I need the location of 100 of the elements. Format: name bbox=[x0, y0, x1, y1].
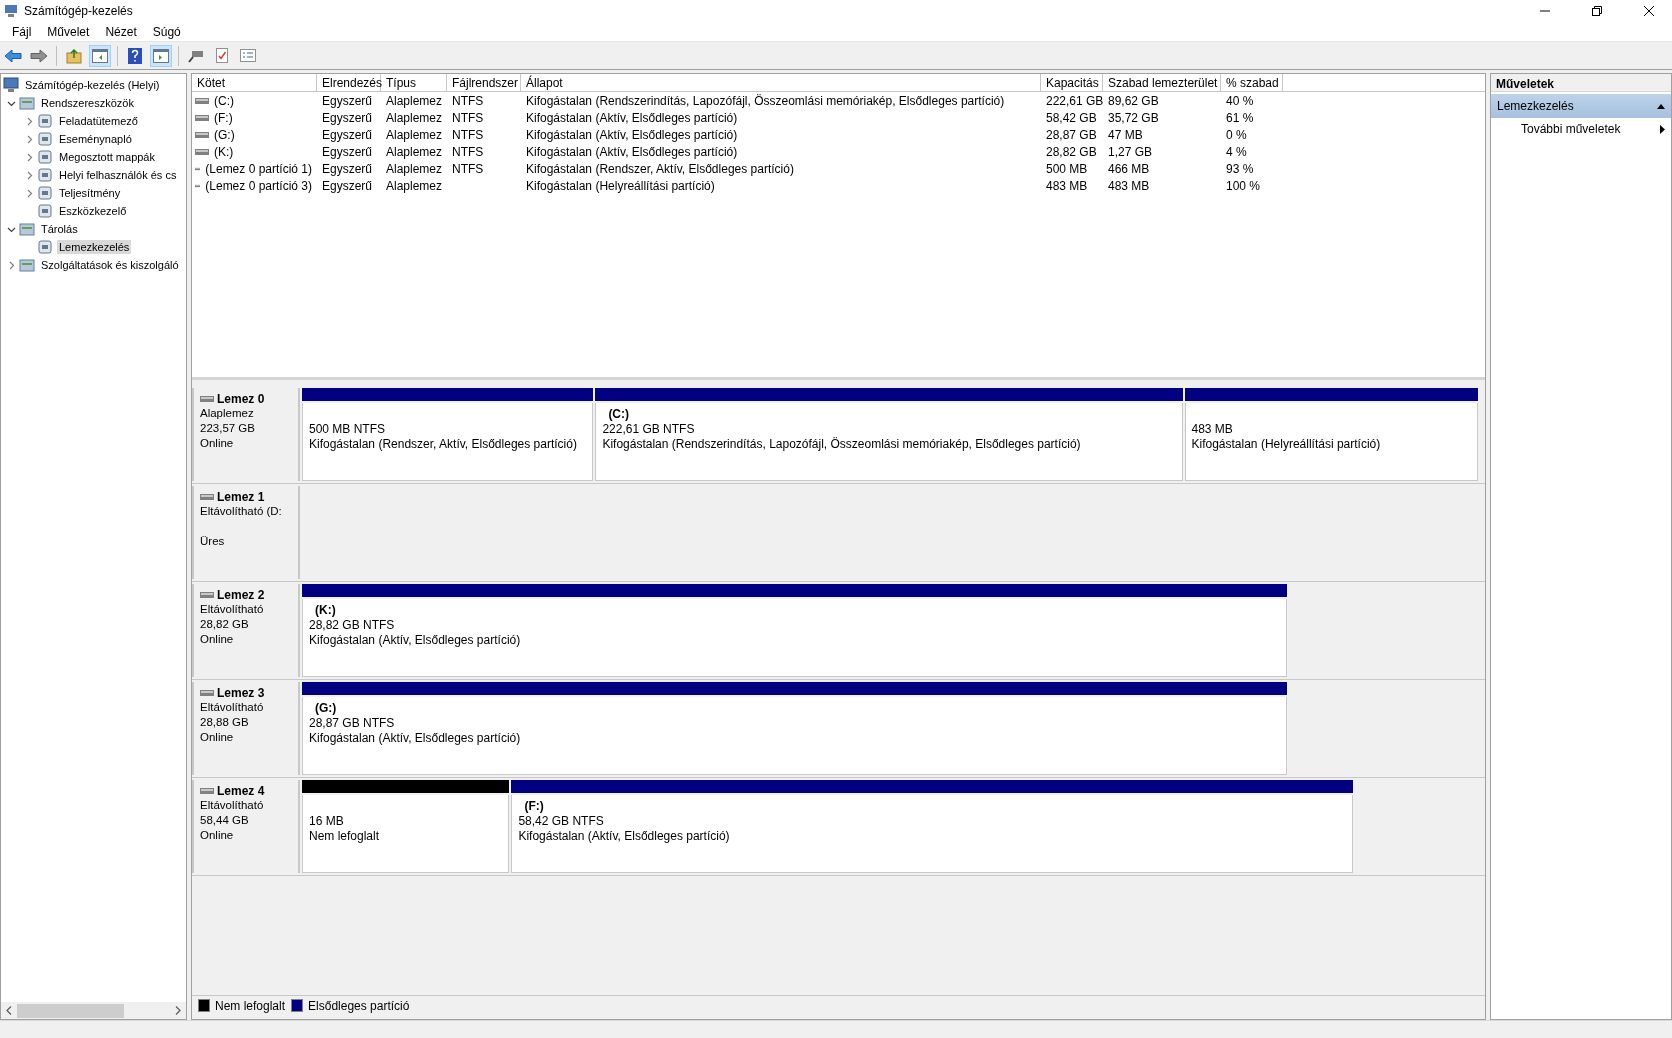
partition-size: 16 MB bbox=[309, 814, 345, 829]
tree-item[interactable]: Feladatütemező bbox=[57, 114, 140, 128]
tree-item[interactable]: Teljesítmény bbox=[57, 186, 123, 200]
disk-label[interactable]: Lemez 1 Eltávolítható (D: Üres bbox=[192, 486, 300, 579]
column-header[interactable]: % szabad bbox=[1221, 74, 1283, 92]
partition-size: 58,42 GB NTFS bbox=[518, 814, 605, 829]
partition-size: 483 MB bbox=[1191, 422, 1234, 437]
table-cell: NTFS bbox=[452, 93, 484, 108]
partition-block[interactable]: (G:) 28,87 GB NTFS Kifogástalan (Aktív, Elsődleges partíció) bbox=[302, 697, 1287, 775]
drive-icon bbox=[200, 690, 214, 696]
table-cell: Egyszerű bbox=[322, 110, 373, 125]
partition-status: Kifogástalan (Rendszerindítás, Lapozófájl, Összeomlási memóriakép, Elsődleges partíció) bbox=[602, 437, 1082, 452]
partition-block[interactable]: 483 MB Kifogástalan (Helyreállítási partíció) bbox=[1184, 403, 1479, 481]
table-cell: NTFS bbox=[452, 110, 484, 125]
window-title: Számítógép-kezelés bbox=[24, 4, 134, 18]
legend-label: Elsődleges partíció bbox=[308, 998, 410, 1013]
disk-label[interactable]: Lemez 2 Eltávolítható 28,82 GB Online bbox=[192, 584, 300, 677]
partition-block[interactable]: 500 MB NTFS Kifogástalan (Rendszer, Aktív, Elsődleges partíció) bbox=[302, 403, 594, 481]
table-cell: 35,72 GB bbox=[1108, 110, 1159, 125]
table-cell: Kifogástalan (Rendszer, Aktív, Elsődleges partíció) bbox=[526, 161, 794, 176]
table-cell: Kifogástalan (Aktív, Elsődleges partíció) bbox=[526, 144, 738, 159]
scroll-right-icon[interactable] bbox=[175, 1006, 181, 1015]
disk-label[interactable]: Lemez 3 Eltávolítható 28,88 GB Online bbox=[192, 682, 300, 775]
column-header[interactable]: Elrendezés bbox=[317, 74, 381, 92]
partition-status: Kifogástalan (Aktív, Elsődleges partíció) bbox=[309, 731, 522, 746]
tree-item[interactable]: Rendszereszközök bbox=[39, 96, 136, 110]
restore-icon bbox=[1592, 6, 1602, 16]
show-action-pane-button[interactable] bbox=[150, 44, 172, 67]
tree-item[interactable]: Eseménynapló bbox=[57, 132, 134, 146]
table-cell: NTFS bbox=[452, 144, 484, 159]
tree-item[interactable]: Megosztott mappák bbox=[57, 150, 157, 164]
partition-drive: (G:) bbox=[315, 701, 337, 715]
partition-status: Kifogástalan (Rendszer, Aktív, Elsődleges partíció) bbox=[309, 437, 578, 452]
table-cell: Alaplemez bbox=[386, 110, 443, 125]
table-cell: Alaplemez bbox=[386, 144, 443, 159]
tree-item[interactable]: Szolgáltatások és kiszolgáló bbox=[39, 258, 181, 272]
partition-block[interactable]: (C:) 222,61 GB NTFS Kifogástalan (Rendszerindítás, Lapozófájl, Összeomlási memóriakép, Elsődleges partíció) bbox=[595, 403, 1183, 481]
table-cell: Egyszerű bbox=[322, 144, 373, 159]
tree-item[interactable]: Lemezkezelés bbox=[57, 240, 132, 254]
column-header[interactable]: Állapot bbox=[521, 74, 1041, 92]
disk-label[interactable]: Lemez 4 Eltávolítható 58,44 GB Online bbox=[192, 780, 300, 873]
table-cell: 28,82 GB bbox=[1046, 144, 1097, 159]
partition-status: Kifogástalan (Helyreállítási partíció) bbox=[1191, 437, 1382, 452]
table-cell: (G:) bbox=[214, 127, 235, 142]
table-cell: 28,87 GB bbox=[1046, 127, 1097, 142]
action-item[interactable]: További műveletek bbox=[1491, 118, 1671, 140]
tree-item[interactable]: Helyi felhasználók és cs bbox=[57, 168, 179, 182]
column-header[interactable]: Szabad lemezterület bbox=[1103, 74, 1221, 92]
menu-item[interactable]: Nézet bbox=[97, 22, 145, 41]
disk-name: Lemez 3 bbox=[217, 686, 265, 700]
drive-icon bbox=[200, 494, 214, 500]
column-header[interactable]: Kapacitás bbox=[1041, 74, 1103, 92]
actions-title: Műveletek bbox=[1491, 74, 1671, 92]
column-header[interactable]: Kötet bbox=[192, 74, 317, 92]
column-header[interactable]: Fájlrendszer bbox=[447, 74, 521, 92]
table-cell: Alaplemez bbox=[386, 178, 443, 193]
drive-icon bbox=[195, 148, 209, 155]
tree-item[interactable]: Tárolás bbox=[39, 222, 80, 236]
table-cell: (Lemez 0 partíció 1) bbox=[205, 161, 312, 176]
horizontal-scrollbar[interactable] bbox=[1, 1002, 186, 1019]
disk-name: Lemez 1 bbox=[217, 490, 265, 504]
scroll-left-icon[interactable] bbox=[6, 1006, 12, 1015]
partition-block[interactable]: (K:) 28,82 GB NTFS Kifogástalan (Aktív, Elsődleges partíció) bbox=[302, 599, 1287, 677]
table-cell: Egyszerű bbox=[322, 93, 373, 108]
show-tree-button[interactable] bbox=[89, 44, 111, 67]
partition-block[interactable]: (F:) 58,42 GB NTFS Kifogástalan (Aktív, Elsődleges partíció) bbox=[511, 795, 1353, 873]
column-header[interactable]: Típus bbox=[381, 74, 447, 92]
partition-size: 28,82 GB NTFS bbox=[309, 618, 396, 633]
table-cell: NTFS bbox=[452, 161, 484, 176]
actions-section[interactable]: Lemezkezelés bbox=[1491, 94, 1671, 118]
table-cell: 483 MB bbox=[1108, 178, 1150, 193]
app-icon bbox=[4, 4, 18, 18]
menu-item[interactable]: Művelet bbox=[39, 22, 98, 41]
table-cell: 0 % bbox=[1226, 127, 1247, 142]
table-cell: Kifogástalan (Aktív, Elsődleges partíció) bbox=[526, 110, 738, 125]
close-icon bbox=[1644, 6, 1654, 16]
table-cell: 58,42 GB bbox=[1046, 110, 1097, 125]
table-cell: 4 % bbox=[1226, 144, 1247, 159]
table-cell: 40 % bbox=[1226, 93, 1254, 108]
disk-type: Eltávolítható (D: bbox=[200, 504, 283, 519]
partition-block[interactable]: 16 MB Nem lefoglalt bbox=[302, 795, 510, 873]
drive-icon bbox=[200, 788, 214, 794]
table-cell: (F:) bbox=[214, 110, 233, 125]
partition-status: Kifogástalan (Aktív, Elsődleges partíció) bbox=[518, 829, 731, 844]
disk-name: Lemez 2 bbox=[217, 588, 265, 602]
drive-icon bbox=[195, 114, 209, 121]
drive-icon bbox=[195, 182, 201, 189]
collapse-triangle-icon[interactable] bbox=[1657, 103, 1665, 109]
drive-icon bbox=[195, 131, 209, 138]
tree-item[interactable]: Számítógép-kezelés (Helyi) bbox=[23, 78, 162, 92]
table-cell: Egyszerű bbox=[322, 127, 373, 142]
tree-item[interactable]: Eszközkezelő bbox=[57, 204, 129, 218]
disk-name: Lemez 0 bbox=[217, 392, 265, 406]
disk-status: Online bbox=[200, 730, 235, 745]
menu-item[interactable]: Fájl bbox=[4, 22, 40, 41]
disk-label[interactable]: Lemez 0 Alaplemez 223,57 GB Online bbox=[192, 388, 300, 481]
menu-item[interactable]: Súgó bbox=[144, 22, 189, 41]
table-cell: Alaplemez bbox=[386, 93, 443, 108]
table-cell: (K:) bbox=[214, 144, 234, 159]
disk-status: Online bbox=[200, 436, 235, 451]
